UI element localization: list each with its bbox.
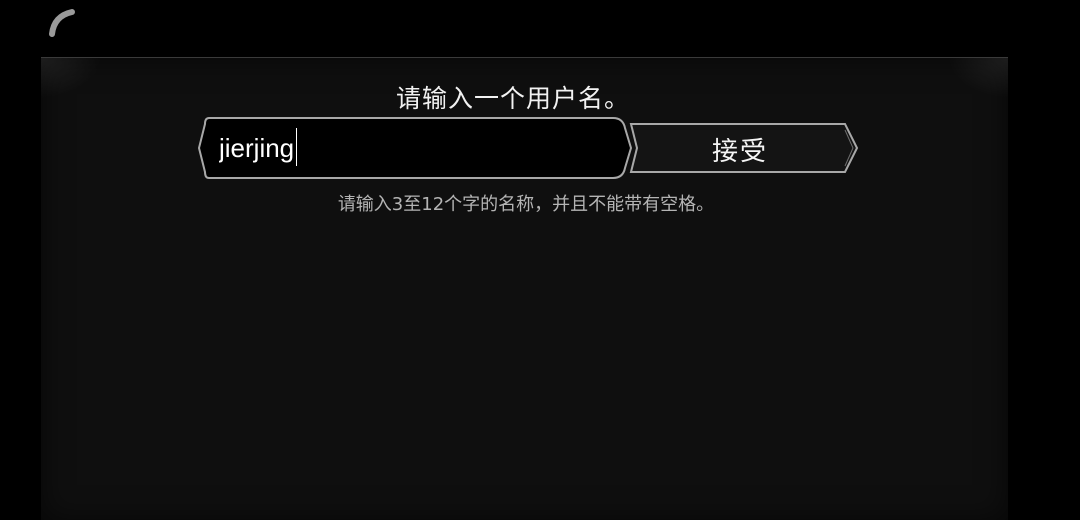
loading-spinner-icon bbox=[49, 9, 75, 37]
username-input[interactable] bbox=[219, 126, 609, 170]
text-cursor bbox=[296, 128, 298, 166]
screen: 请输入一个用户名。 接受 请输入3至12个字的名称，并且不能带有空格。 bbox=[0, 0, 1080, 520]
dialog-title: 请输入一个用户名。 bbox=[395, 84, 630, 113]
username-input-row: 接受 bbox=[195, 116, 860, 180]
username-hint: 请输入3至12个字的名称，并且不能带有空格。 bbox=[337, 194, 715, 215]
accept-button[interactable]: 接受 bbox=[630, 124, 850, 174]
